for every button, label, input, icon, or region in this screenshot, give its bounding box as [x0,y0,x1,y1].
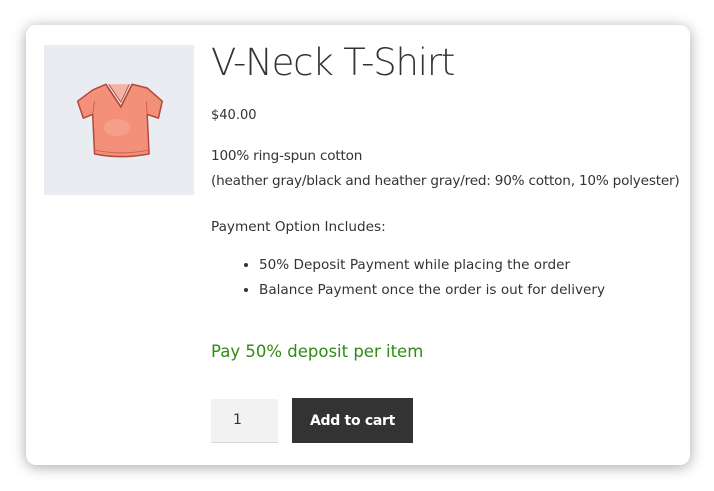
add-to-cart-form: Add to cart [211,398,413,443]
payment-options-label: Payment Option Includes: [211,219,386,235]
product-title: V-Neck T-Shirt [211,41,455,84]
description-line: (heather gray/black and heather gray/red… [211,173,680,189]
deposit-notice: Pay 50% deposit per item [211,342,424,361]
product-price: $40.00 [211,108,257,123]
product-summary: V-Neck T-Shirt $40.00 100% ring-spun cot… [211,39,681,363]
quantity-input[interactable] [211,398,278,443]
description-line: 100% ring-spun cotton [211,148,363,164]
t-shirt-icon [76,83,163,158]
list-item: Balance Payment once the order is out fo… [259,278,681,303]
product-card: V-Neck T-Shirt $40.00 100% ring-spun cot… [26,25,690,465]
add-to-cart-button[interactable]: Add to cart [292,398,413,443]
payment-options-list: 50% Deposit Payment while placing the or… [211,253,681,303]
list-item: 50% Deposit Payment while placing the or… [259,253,681,278]
product-description: 100% ring-spun cotton (heather gray/blac… [211,144,681,194]
product-image[interactable] [44,45,194,195]
